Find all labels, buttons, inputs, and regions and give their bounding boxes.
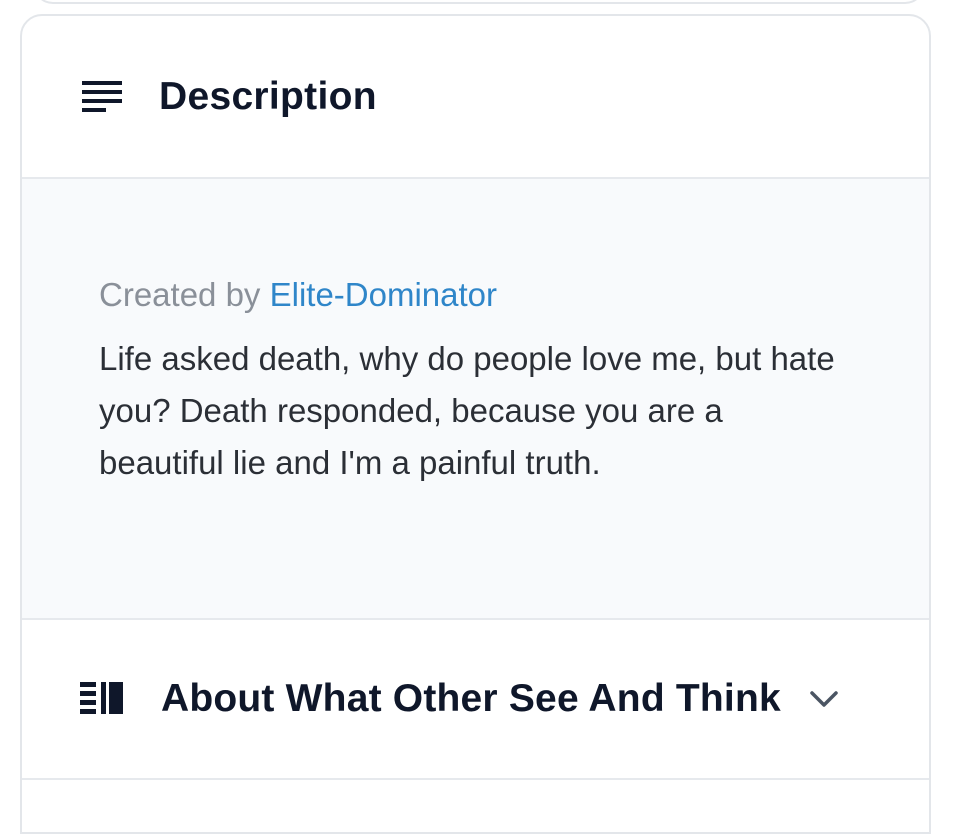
description-text: Life asked death, why do people love me,…	[99, 340, 835, 481]
created-by-line: Created by Elite-Dominator	[99, 273, 869, 317]
previous-card-edge	[33, 0, 925, 4]
description-header: Description	[22, 16, 929, 179]
description-title: Description	[159, 74, 377, 118]
about-title: About What Other See And Think	[161, 677, 781, 720]
description-body: Created by Elite-Dominator Life asked de…	[22, 179, 929, 620]
author-link[interactable]: Elite-Dominator	[270, 276, 497, 313]
chevron-down-icon[interactable]	[807, 682, 841, 716]
description-card: Description Created by Elite-Dominator L…	[20, 14, 931, 834]
list-view-icon	[80, 680, 126, 718]
about-section-toggle[interactable]: About What Other See And Think	[22, 620, 929, 780]
align-left-icon	[82, 79, 124, 115]
created-by-label: Created by	[99, 276, 261, 313]
